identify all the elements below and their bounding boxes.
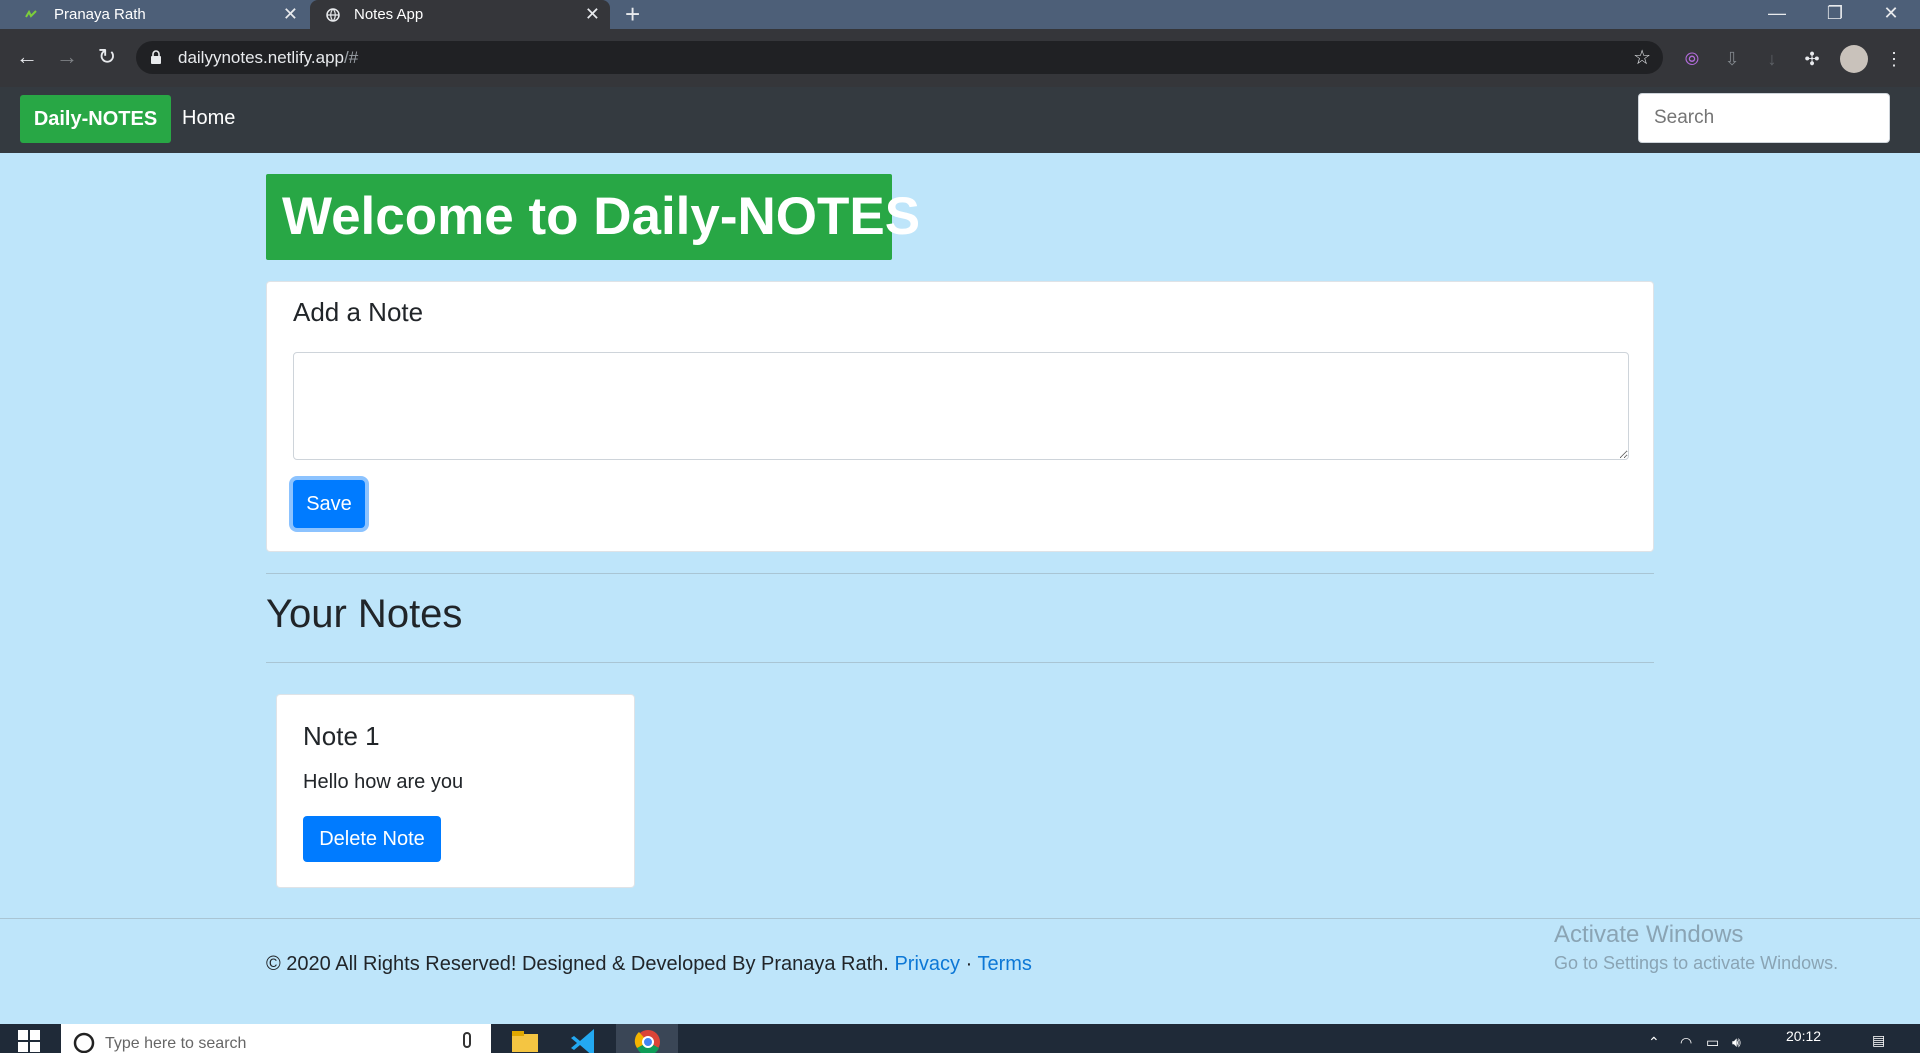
restore-icon[interactable]: ❐ [1806,0,1864,29]
taskbar-search-placeholder: Type here to search [105,1035,247,1052]
windows-start-icon[interactable] [18,1030,40,1052]
save-button[interactable]: Save [293,480,365,528]
windows-taskbar: Type here to search ⌃ ◠ ▭ 🔊︎ 20:12 ▤ [0,1024,1920,1053]
note-title: Note 1 [303,721,380,751]
nav-link-home[interactable]: Home [182,107,235,130]
activate-windows-subtitle: Go to Settings to activate Windows. [1554,953,1839,973]
network-icon[interactable]: ◠ [1680,1034,1692,1051]
bookmark-star-icon[interactable]: ☆ [1633,45,1651,70]
browser-toolbar: ← → ↻ dailyynotes.netlify.app/# ☆ ⦾ ⇩ ↓ … [0,29,1920,87]
globe-icon [326,8,340,22]
address-bar[interactable]: dailyynotes.netlify.app/# ☆ [136,41,1663,74]
footer: © 2020 All Rights Reserved! Designed & D… [266,953,1032,976]
minimize-icon[interactable]: — [1748,0,1806,29]
url-host: dailyynotes.netlify.app [178,48,345,67]
lock-icon [151,50,161,64]
tab-label: Notes App [354,6,424,23]
notifications-icon[interactable]: ▤ [1872,1032,1885,1049]
tab-close-icon[interactable]: ✕ [283,4,298,24]
privacy-link[interactable]: Privacy [894,953,960,975]
search-icon [73,1032,95,1053]
battery-icon[interactable]: ▭ [1706,1034,1719,1051]
extension-download-icon[interactable]: ⇩ [1720,47,1744,71]
browser-menu-icon[interactable]: ⋮ [1882,47,1906,71]
profile-avatar[interactable] [1840,45,1868,73]
site-favicon-icon [25,9,37,18]
extension-radio-icon[interactable]: ⦾ [1680,47,1704,71]
extensions-puzzle-icon[interactable]: ✣ [1800,47,1824,71]
close-window-icon[interactable]: ✕ [1862,0,1920,29]
add-note-card: Add a Note Save [266,281,1654,552]
tab-close-icon[interactable]: ✕ [585,4,600,24]
browser-tab-strip: Pranaya Rath ✕ Notes App ✕ + — ❐ ✕ [0,0,1920,29]
note-body: Hello how are you [303,771,464,793]
url-text: dailyynotes.netlify.app/# [178,48,358,68]
tab-label: Pranaya Rath [54,6,146,23]
note-card: Note 1 Hello how are you Delete Note [276,694,635,888]
footer-divider [0,918,1920,919]
new-tab-icon[interactable]: + [625,1,640,27]
browser-tab-pranaya[interactable]: Pranaya Rath ✕ [0,0,308,29]
welcome-banner: Welcome to Daily-NOTES [266,174,920,260]
site-navbar: Daily-NOTES Home [0,87,1920,153]
terms-link[interactable]: Terms [977,953,1031,975]
browser-tab-notes-app[interactable]: Notes App ✕ [310,0,610,29]
divider [266,573,1654,574]
extension-arrow-icon[interactable]: ↓ [1760,47,1784,71]
brand-logo[interactable]: Daily-NOTES [20,95,171,143]
forward-icon[interactable]: → [53,43,81,71]
chrome-icon[interactable] [628,1026,668,1053]
reload-icon[interactable]: ↻ [93,43,121,71]
tray-chevron-icon[interactable]: ⌃ [1648,1034,1660,1051]
footer-text: © 2020 All Rights Reserved! Designed & D… [266,953,889,975]
divider [266,662,1654,663]
add-note-heading: Add a Note [293,297,424,327]
volume-icon[interactable]: 🔊︎ [1732,1034,1741,1051]
note-textarea[interactable] [293,352,1629,460]
activate-windows-title: Activate Windows [1554,921,1744,948]
vscode-icon[interactable] [566,1026,606,1053]
your-notes-heading: Your Notes [266,592,463,636]
delete-note-button[interactable]: Delete Note [303,816,441,862]
file-explorer-icon[interactable] [504,1026,544,1053]
taskbar-clock[interactable]: 20:12 [1786,1028,1821,1044]
url-path: /# [344,48,359,67]
footer-separator: · [965,953,973,975]
microphone-icon[interactable] [463,1032,471,1048]
search-input[interactable] [1638,93,1890,143]
back-icon[interactable]: ← [13,43,41,71]
taskbar-search-box[interactable]: Type here to search [61,1024,491,1053]
